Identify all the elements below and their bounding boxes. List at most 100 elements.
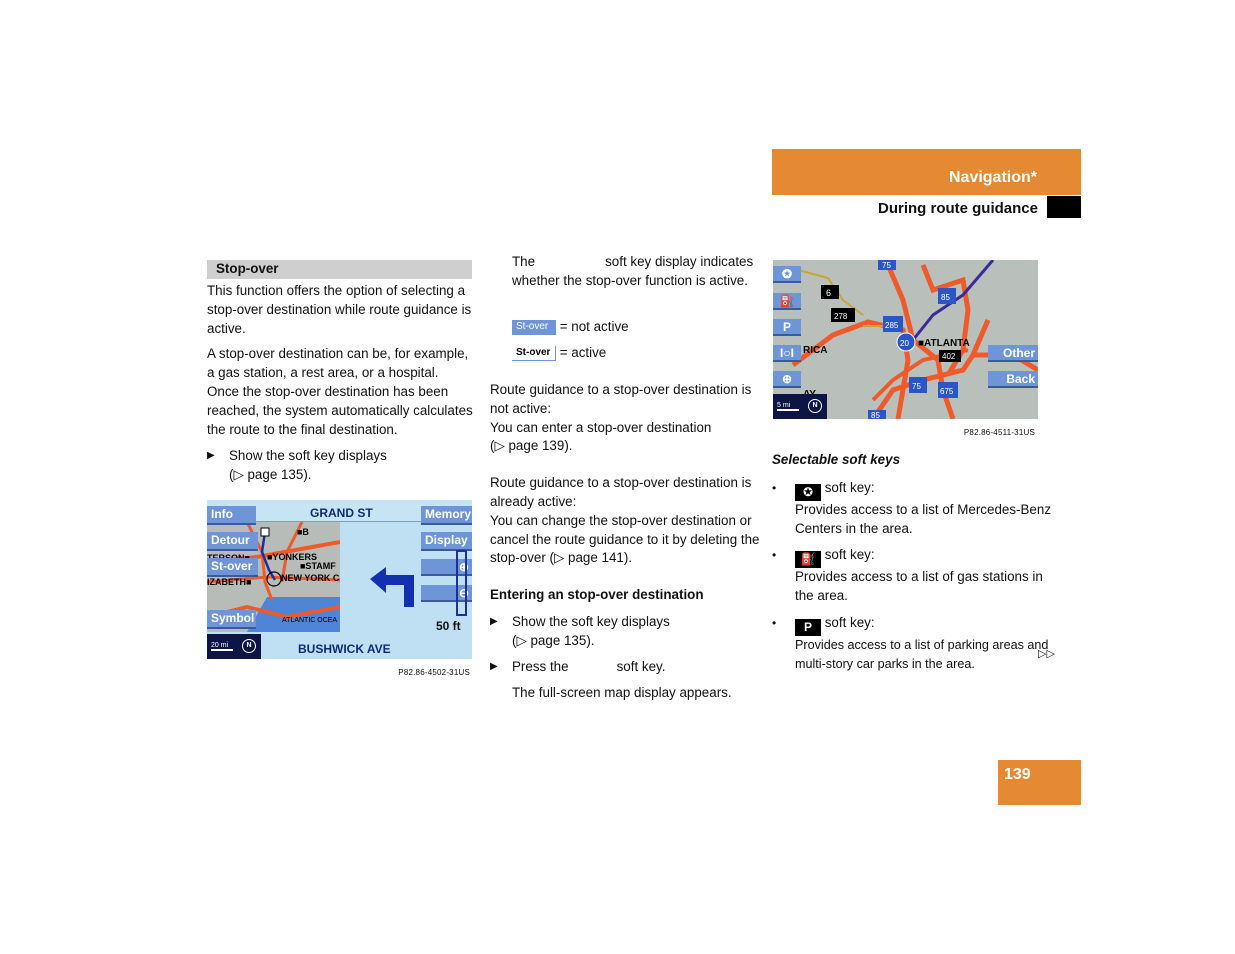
legend-text: = not active: [559, 319, 629, 334]
section-marker-block: [1047, 196, 1081, 218]
not-active-detail: You can enter a stop-over destination: [490, 419, 712, 435]
step-press-softkey: ▶ Press the soft key.: [490, 658, 760, 677]
softkey-detour[interactable]: Detour: [207, 532, 258, 551]
zoom-level-bar[interactable]: [456, 550, 467, 616]
bullet: •: [772, 615, 777, 630]
softkey-display[interactable]: Display: [421, 532, 472, 551]
section-title: During route guidance: [877, 200, 1038, 217]
turn-left-arrow-icon: [370, 567, 414, 607]
result-text: The full-screen map display appears.: [512, 685, 732, 701]
not-active-paragraph: Route guidance to a stop-over destinatio…: [490, 382, 752, 416]
route-shield-label: 402: [942, 352, 956, 361]
softkey-mercedes-centers[interactable]: ✪: [773, 266, 801, 283]
mercedes-star-icon: ✪: [795, 483, 821, 501]
intro-paragraph: This function offers the option of selec…: [207, 283, 472, 336]
step-text: Show the soft key displays: [229, 448, 387, 464]
step-arrow-icon: ▶: [207, 450, 215, 462]
route-shield-label: 75: [912, 382, 921, 391]
route-shield-label: 85: [871, 411, 880, 419]
page-reference-link[interactable]: (▷ page 135).: [229, 466, 473, 485]
step-arrow-icon: ▶: [490, 615, 498, 627]
softkey-info[interactable]: Info: [207, 506, 256, 525]
figure-caption: P82.86-4502-31US: [398, 668, 470, 677]
route-shield-label: 6: [826, 288, 831, 298]
gas-pump-icon: ⛽: [779, 294, 795, 308]
st-over-badge-active: St-over: [512, 345, 556, 361]
active-paragraph: Route guidance to a stop-over destinatio…: [490, 475, 752, 509]
route-shield-label: 675: [940, 387, 954, 396]
legend-text: = active: [559, 345, 607, 360]
route-shield-label: 75: [882, 261, 891, 270]
list-item: • ⛽ soft key: Provides access to a list …: [772, 546, 1057, 606]
softkey-parking[interactable]: P: [773, 319, 801, 336]
bullet: •: [772, 548, 777, 563]
chapter-header-band: Navigation*: [772, 149, 1081, 195]
destination-flag-icon: [260, 527, 270, 537]
page-reference-link[interactable]: (▷ page 139).: [490, 437, 760, 456]
parking-icon: P: [795, 618, 821, 636]
map-label: ■STAMF: [300, 561, 336, 571]
continued-icon: ▷▷: [1038, 648, 1055, 660]
page-number: 139: [998, 760, 1081, 805]
map-label: ■YONKERS: [267, 552, 317, 562]
softkey-back[interactable]: Back: [988, 371, 1038, 388]
gas-pump-icon: ⛽: [795, 551, 821, 569]
distance-to-turn: 50 ft: [436, 619, 461, 633]
step-text: Press the soft key.: [512, 658, 666, 674]
list-item-description: Provides access to a list of Mercedes-Be…: [795, 501, 1052, 536]
route-shield-label: 278: [834, 312, 848, 321]
entering-stop-over-heading: Entering an stop-over destination: [490, 587, 704, 603]
softkey-poi[interactable]: I○I: [773, 345, 801, 362]
parking-icon: P: [782, 320, 791, 334]
north-compass-icon: N: [242, 639, 256, 653]
description-paragraph: A stop-over destination can be, for exam…: [207, 346, 473, 437]
highway-road: [870, 319, 991, 419]
column-1-text: This function offers the option of selec…: [207, 282, 473, 485]
page-reference-link[interactable]: (▷ page 135).: [512, 632, 760, 651]
next-street-label: BUSHWICK AVE: [298, 642, 391, 656]
navigation-screen-route-guidance: ■B ■STAMF TERSON■ ■YONKERS NEW YORK CI I…: [207, 500, 472, 659]
step-show-softkeys: ▶ Show the soft key displays (▷ page 135…: [207, 447, 473, 485]
figure-caption: P82.86-4511-31US: [963, 428, 1035, 437]
active-detail: You can change the stop-over destination…: [490, 512, 760, 566]
step-show-softkeys: ▶ Show the soft key displays (▷ page 135…: [490, 613, 760, 651]
route-shield-label: 285: [885, 321, 899, 330]
current-street-label: GRAND ST: [310, 506, 373, 520]
st-over-badge-inactive: St-over: [512, 319, 556, 335]
route-shield-label: 85: [941, 293, 950, 302]
softkey-indicator-intro: The soft key display indicates whether th…: [512, 253, 762, 291]
column-3-text: Selectable soft keys • ✪ soft key: Provi…: [772, 451, 1057, 674]
bullet: •: [772, 480, 777, 495]
legend-not-active: St-over = not active: [512, 318, 762, 337]
scale-bar: [777, 409, 799, 411]
hospital-icon: ⊕: [781, 372, 793, 386]
map-label: ATLANTIC OCEA: [282, 617, 337, 624]
intro-paragraph: The soft key display indicates whether th…: [512, 254, 754, 288]
stop-over-heading: Stop-over: [207, 260, 472, 279]
softkey-memory[interactable]: Memory: [421, 506, 472, 525]
navigation-screen-full-map[interactable]: 6 278 285 75 85 20 402 75 675 85 ■ATLANT…: [773, 260, 1038, 419]
mercedes-star-icon: ✪: [781, 267, 793, 281]
step-text: Show the soft key displays: [512, 613, 670, 629]
map-label: IZABETH■: [207, 577, 251, 587]
scale-label: 5 mi: [777, 402, 791, 409]
map-scale-box: 20 mi N: [207, 634, 261, 659]
map-label: ■B: [297, 527, 309, 537]
chapter-title: Navigation*: [948, 169, 1037, 186]
scale-bar: [211, 649, 233, 651]
map-label: RICA: [803, 345, 827, 356]
softkey-hospital[interactable]: ⊕: [773, 371, 801, 388]
softkey-other[interactable]: Other: [988, 345, 1038, 362]
softkey-symbol[interactable]: Symbol: [207, 610, 256, 629]
map-scale-box: 5 mi N: [773, 394, 827, 419]
softkey-gas-stations[interactable]: ⛽: [773, 293, 801, 310]
poi-icon: I○I: [780, 346, 794, 360]
list-item-description: Provides access to a list of gas station…: [795, 569, 1043, 604]
list-item: • ✪ soft key: Provides access to a list …: [772, 479, 1057, 539]
softkey-st-over[interactable]: St-over: [207, 558, 258, 577]
list-item: • P soft key: Provides access to a list …: [772, 614, 1057, 674]
list-item-description: Provides access to a list of parking are…: [795, 637, 1049, 671]
column-2-text: Route guidance to a stop-over destinatio…: [490, 381, 760, 703]
step-arrow-icon: ▶: [490, 660, 498, 672]
scale-label: 20 mi: [211, 642, 229, 649]
